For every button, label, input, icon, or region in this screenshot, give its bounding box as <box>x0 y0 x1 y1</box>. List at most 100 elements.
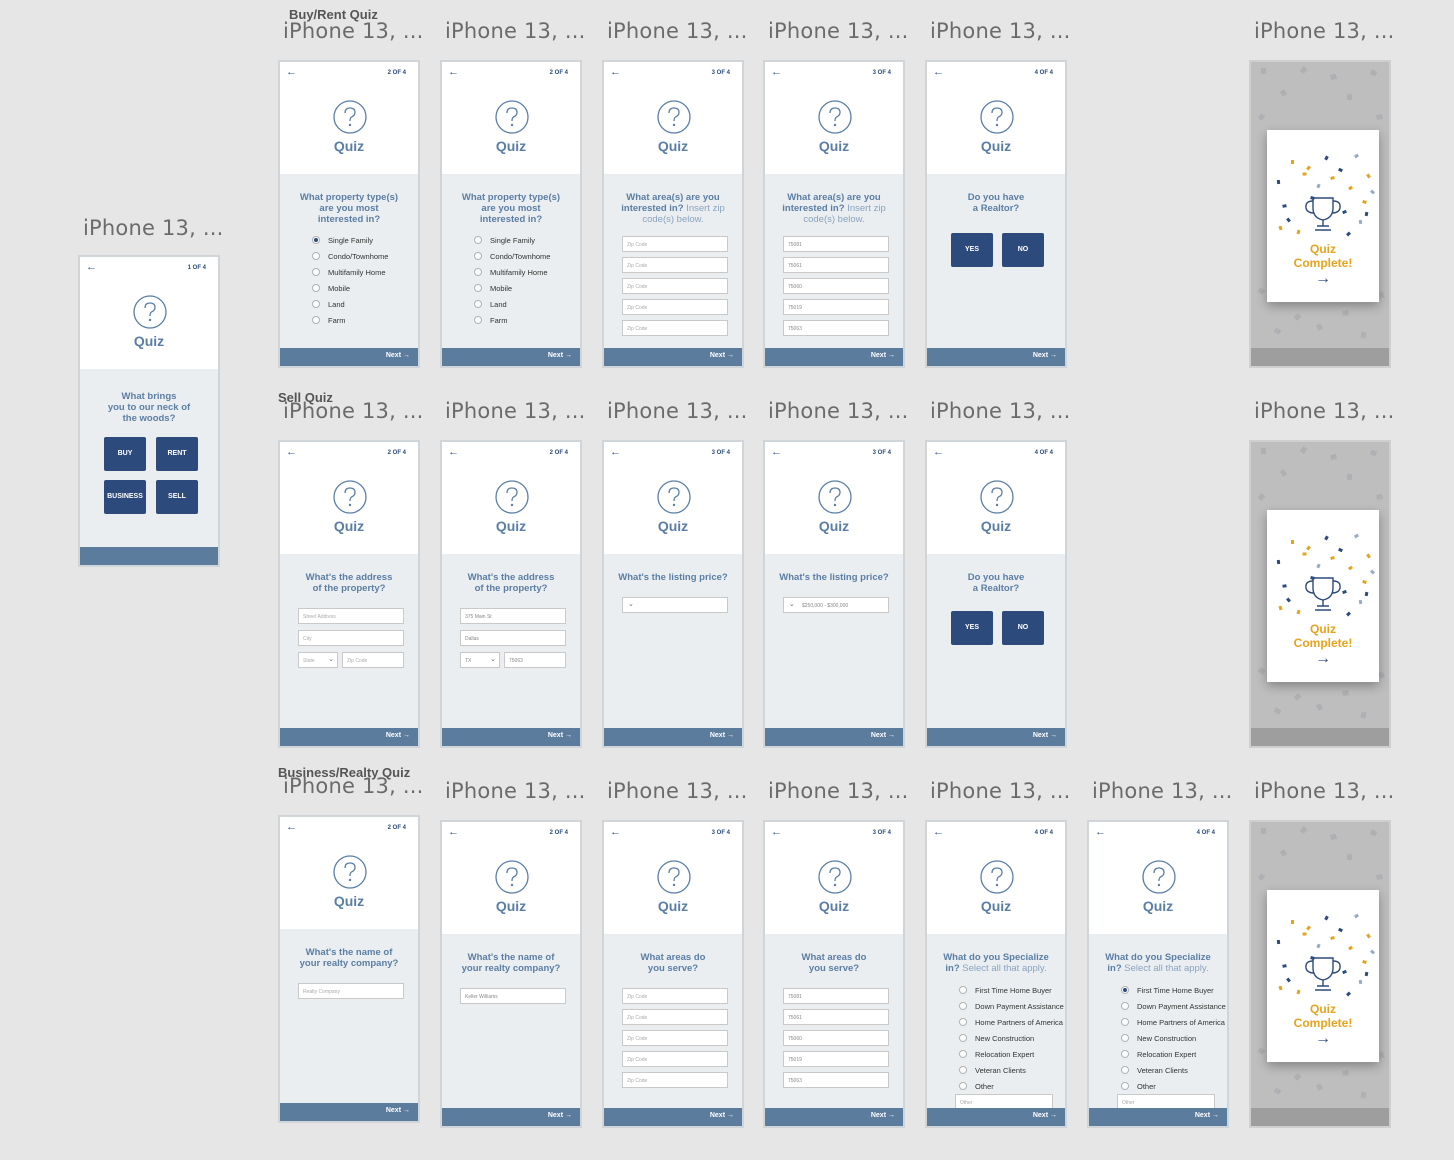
next-button[interactable]: Next → <box>386 1107 410 1114</box>
radio-button[interactable] <box>959 986 967 994</box>
zip-code-input[interactable]: Zip Code <box>342 652 404 668</box>
zip-code-input[interactable]: 75061 <box>783 1009 889 1025</box>
back-arrow-icon[interactable]: ← <box>286 821 297 833</box>
option-item[interactable]: Down Payment Assistance <box>1121 998 1226 1014</box>
back-arrow-icon[interactable]: ← <box>771 826 782 838</box>
zip-code-input[interactable]: 75063 <box>783 320 889 336</box>
back-arrow-icon[interactable]: ← <box>771 446 782 458</box>
radio-button[interactable] <box>1121 1034 1129 1042</box>
no-button[interactable]: NO <box>1002 611 1044 645</box>
state-select[interactable]: State ⌄ <box>298 652 338 668</box>
option-item[interactable]: Home Partners of America <box>1121 1014 1226 1030</box>
next-bar[interactable]: Next → <box>280 728 418 746</box>
next-bar[interactable]: Next → <box>280 348 418 366</box>
next-button[interactable]: Next → <box>871 732 895 739</box>
zip-code-input[interactable]: 75019 <box>783 1051 889 1067</box>
back-arrow-icon[interactable]: ← <box>286 446 297 458</box>
zip-code-input[interactable]: 75063 <box>504 652 566 668</box>
next-button[interactable]: Next → <box>871 1112 895 1119</box>
next-bar[interactable]: Next → <box>927 348 1065 366</box>
back-arrow-icon[interactable]: ← <box>448 66 459 78</box>
next-button[interactable]: Next → <box>386 352 410 359</box>
next-button[interactable]: Next → <box>1033 1112 1057 1119</box>
next-bar[interactable]: Next → <box>765 348 903 366</box>
state-select[interactable]: TX ⌄ <box>460 652 500 668</box>
street-address-input[interactable]: Street Address <box>298 608 404 624</box>
realty-company-input[interactable]: Realty Company <box>298 983 404 999</box>
buy-button[interactable]: BUY <box>104 437 146 471</box>
next-button[interactable]: Next → <box>871 352 895 359</box>
option-item[interactable]: Down Payment Assistance <box>959 998 1064 1014</box>
price-select[interactable]: ⌄ <box>622 597 728 613</box>
back-arrow-icon[interactable]: ← <box>933 66 944 78</box>
zip-code-input[interactable]: 75060 <box>783 278 889 294</box>
back-arrow-icon[interactable]: ← <box>448 826 459 838</box>
zip-code-input[interactable]: 75081 <box>783 236 889 252</box>
city-input[interactable]: City <box>298 630 404 646</box>
radio-button[interactable] <box>474 316 482 324</box>
zip-code-input[interactable]: 75061 <box>783 257 889 273</box>
next-bar[interactable]: Next → <box>927 1108 1065 1126</box>
option-item[interactable]: Land <box>474 296 550 312</box>
realty-company-input[interactable]: Keller Williams <box>460 988 566 1004</box>
option-item[interactable]: Single Family <box>474 232 550 248</box>
radio-button[interactable] <box>474 236 482 244</box>
option-item[interactable]: Multifamily Home <box>474 264 550 280</box>
option-item[interactable]: Veteran Clients <box>959 1062 1064 1078</box>
back-arrow-icon[interactable]: ← <box>610 826 621 838</box>
option-item[interactable]: Condo/Townhome <box>312 248 388 264</box>
back-arrow-icon[interactable]: ← <box>448 446 459 458</box>
radio-button[interactable] <box>474 252 482 260</box>
option-item[interactable]: Multifamily Home <box>312 264 388 280</box>
back-arrow-icon[interactable]: ← <box>933 826 944 838</box>
option-item[interactable]: New Construction <box>959 1030 1064 1046</box>
option-item[interactable]: Other <box>1121 1078 1226 1094</box>
zip-code-input[interactable]: 75019 <box>783 299 889 315</box>
radio-button[interactable] <box>959 1018 967 1026</box>
radio-button[interactable] <box>1121 1050 1129 1058</box>
zip-code-input[interactable]: Zip Code <box>622 1051 728 1067</box>
next-bar[interactable]: Next → <box>604 1108 742 1126</box>
arrow-right-icon[interactable]: → <box>1267 1030 1379 1048</box>
back-arrow-icon[interactable]: ← <box>86 261 97 273</box>
sell-button[interactable]: SELL <box>156 480 198 514</box>
radio-button[interactable] <box>959 1082 967 1090</box>
next-bar[interactable]: Next → <box>442 1108 580 1126</box>
next-bar[interactable]: Next → <box>765 1108 903 1126</box>
option-item[interactable]: Mobile <box>312 280 388 296</box>
next-button[interactable]: Next → <box>710 1112 734 1119</box>
next-bar[interactable]: Next → <box>442 728 580 746</box>
radio-button[interactable] <box>474 284 482 292</box>
yes-button[interactable]: YES <box>951 233 993 267</box>
radio-button[interactable] <box>312 316 320 324</box>
option-item[interactable]: First Time Home Buyer <box>959 982 1064 998</box>
option-item[interactable]: New Construction <box>1121 1030 1226 1046</box>
radio-button[interactable] <box>312 252 320 260</box>
no-button[interactable]: NO <box>1002 233 1044 267</box>
back-arrow-icon[interactable]: ← <box>933 446 944 458</box>
next-bar[interactable]: Next → <box>604 348 742 366</box>
next-button[interactable]: Next → <box>548 352 572 359</box>
back-arrow-icon[interactable]: ← <box>771 66 782 78</box>
street-address-input[interactable]: 375 Main St <box>460 608 566 624</box>
zip-code-input[interactable]: Zip Code <box>622 236 728 252</box>
radio-button[interactable] <box>959 1066 967 1074</box>
back-arrow-icon[interactable]: ← <box>610 446 621 458</box>
next-button[interactable]: Next → <box>1195 1112 1219 1119</box>
next-button[interactable]: Next → <box>1033 732 1057 739</box>
zip-code-input[interactable]: 75081 <box>783 988 889 1004</box>
zip-code-input[interactable]: 75063 <box>783 1072 889 1088</box>
option-item[interactable]: Relocation Expert <box>959 1046 1064 1062</box>
radio-button[interactable] <box>959 1050 967 1058</box>
city-input[interactable]: Dallas <box>460 630 566 646</box>
option-item[interactable]: Other <box>959 1078 1064 1094</box>
zip-code-input[interactable]: Zip Code <box>622 988 728 1004</box>
zip-code-input[interactable]: Zip Code <box>622 257 728 273</box>
option-item[interactable]: Mobile <box>474 280 550 296</box>
radio-button[interactable] <box>1121 1082 1129 1090</box>
zip-code-input[interactable]: Zip Code <box>622 299 728 315</box>
radio-button[interactable] <box>312 300 320 308</box>
option-item[interactable]: First Time Home Buyer <box>1121 982 1226 998</box>
back-arrow-icon[interactable]: ← <box>286 66 297 78</box>
zip-code-input[interactable]: Zip Code <box>622 320 728 336</box>
